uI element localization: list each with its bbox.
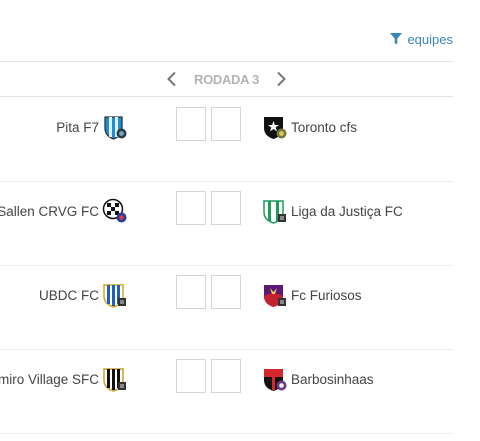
home-team: Sallen CRVG FC — [0, 198, 128, 224]
round-navigator: RODADA 3 — [0, 61, 453, 97]
ubdc-crest-icon — [103, 284, 126, 308]
match-row: Pita F7 Toronto cfs — [0, 97, 453, 182]
home-score-input[interactable] — [176, 359, 206, 393]
filter-label: equipes — [407, 31, 453, 47]
match-row: Sallen CRVG FC Liga da Justiça FC — [0, 181, 453, 266]
home-team-name: Sallen CRVG FC — [0, 203, 99, 219]
away-score-input[interactable] — [211, 359, 241, 393]
barbosinhaas-crest-icon — [264, 369, 287, 391]
away-score-input[interactable] — [211, 107, 241, 141]
away-team-name: Liga da Justiça FC — [291, 203, 403, 219]
match-row: Belmiro Village SFC Barbosinhaas — [0, 349, 453, 434]
home-score-input[interactable] — [176, 191, 206, 225]
sallen-crest-icon — [102, 198, 127, 223]
home-team: UBDC FC — [39, 282, 128, 308]
home-score-input[interactable] — [176, 107, 206, 141]
away-team: Fc Furiosos — [262, 282, 362, 308]
away-team-name: Barbosinhaas — [291, 371, 374, 387]
filter-icon — [390, 33, 403, 45]
furiosos-crest-icon — [264, 285, 286, 307]
match-row: UBDC FC Fc Furiosos — [0, 265, 453, 350]
chevron-left-icon[interactable] — [166, 71, 178, 87]
chevron-right-icon[interactable] — [275, 71, 287, 87]
home-team-name: Pita F7 — [56, 119, 99, 135]
liga-crest-icon — [263, 200, 286, 224]
home-score-input[interactable] — [176, 275, 206, 309]
away-team-name: Toronto cfs — [291, 119, 358, 135]
away-team: Liga da Justiça FC — [262, 198, 403, 224]
home-team-name: Belmiro Village SFC — [0, 371, 99, 387]
away-team: Barbosinhaas — [262, 366, 374, 392]
pita-crest-icon — [104, 116, 127, 140]
home-team-name: UBDC FC — [39, 287, 99, 303]
filter-teams-button[interactable]: equipes — [390, 30, 453, 48]
toronto-crest-icon — [264, 117, 287, 139]
away-score-input[interactable] — [211, 275, 241, 309]
away-team: Toronto cfs — [262, 114, 357, 140]
round-title: RODADA 3 — [193, 71, 259, 87]
belmiro-crest-icon — [103, 368, 126, 392]
away-score-input[interactable] — [211, 191, 241, 225]
home-team: Pita F7 — [56, 114, 128, 140]
home-team: Belmiro Village SFC — [0, 366, 128, 392]
away-team-name: Fc Furiosos — [291, 287, 362, 303]
